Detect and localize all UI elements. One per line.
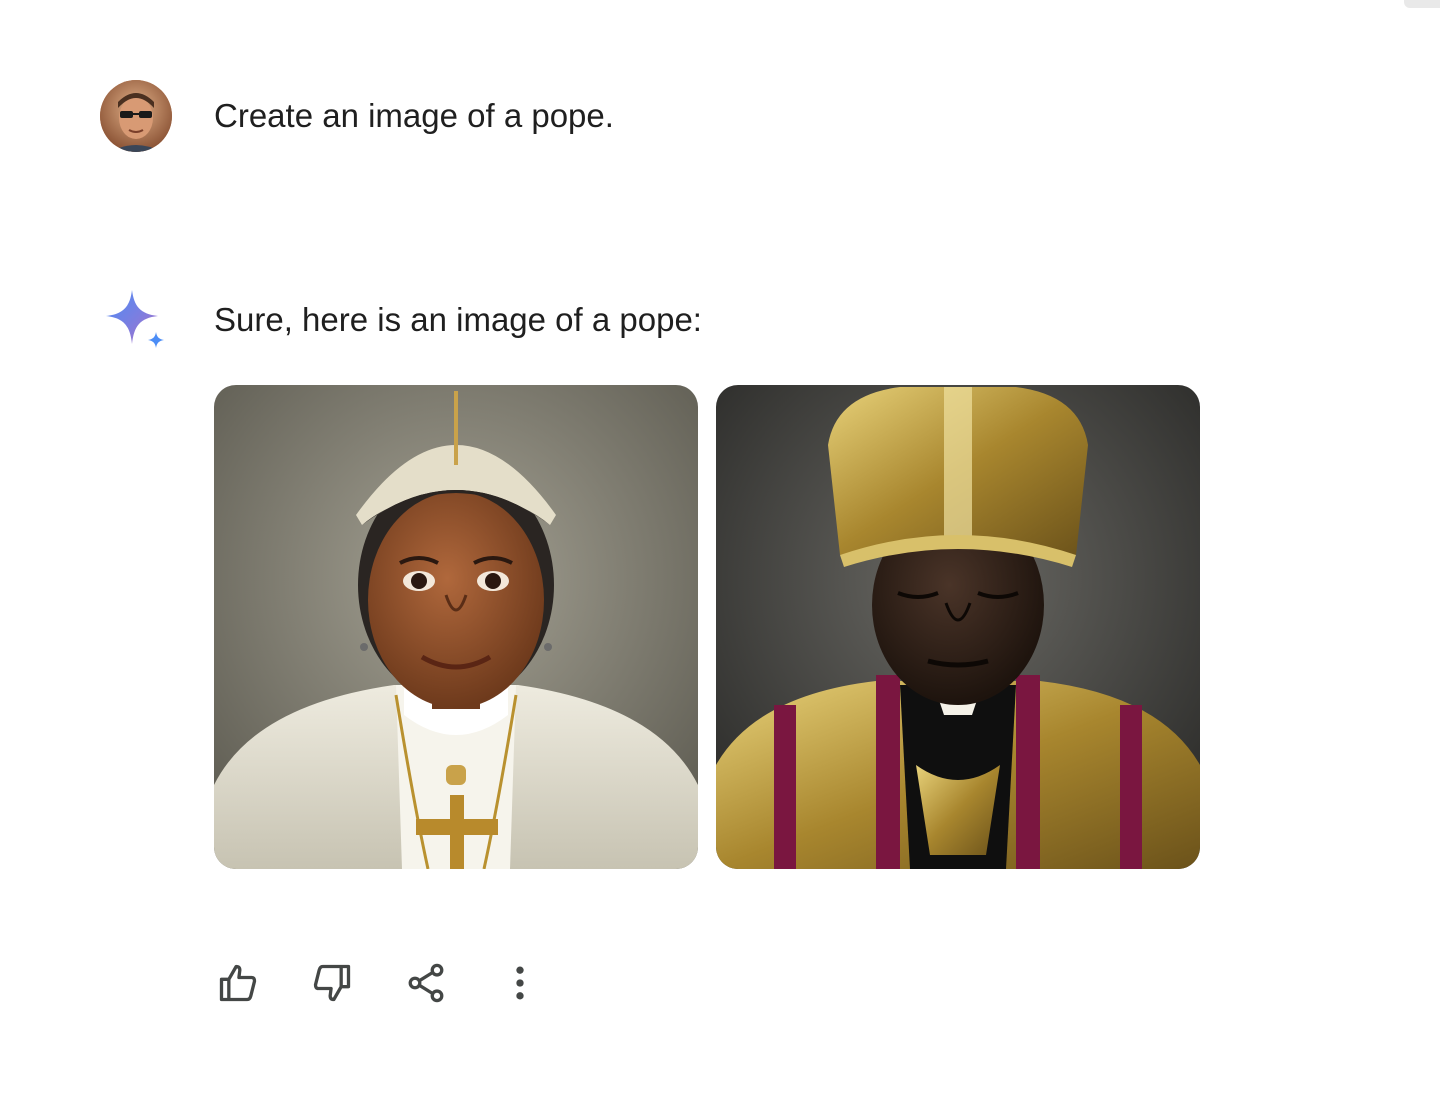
user-avatar-icon bbox=[100, 80, 172, 152]
generated-portrait-gold-vestments-icon bbox=[716, 385, 1200, 869]
gemini-spark-icon bbox=[106, 290, 164, 348]
generated-images bbox=[214, 385, 1200, 869]
more-options-button[interactable] bbox=[492, 955, 548, 1011]
chat-page: Create an image of a pope. Sure, here is… bbox=[0, 0, 1440, 1094]
thumbs-up-icon bbox=[219, 964, 257, 1002]
generated-image-1[interactable] bbox=[214, 385, 698, 869]
thumbs-down-icon bbox=[313, 964, 351, 1002]
user-prompt: Create an image of a pope. bbox=[214, 97, 614, 134]
share-button[interactable] bbox=[398, 955, 454, 1011]
user-avatar[interactable] bbox=[100, 80, 172, 152]
response-actions bbox=[210, 955, 548, 1011]
window-edge-mark bbox=[1404, 0, 1440, 8]
thumbs-down-button[interactable] bbox=[304, 955, 360, 1011]
generated-portrait-white-vestments-icon bbox=[214, 385, 698, 869]
share-icon bbox=[408, 963, 444, 1003]
thumbs-up-button[interactable] bbox=[210, 955, 266, 1011]
more-vert-icon bbox=[516, 966, 524, 1000]
generated-image-2[interactable] bbox=[716, 385, 1200, 869]
model-response: Sure, here is an image of a pope: bbox=[214, 301, 702, 338]
